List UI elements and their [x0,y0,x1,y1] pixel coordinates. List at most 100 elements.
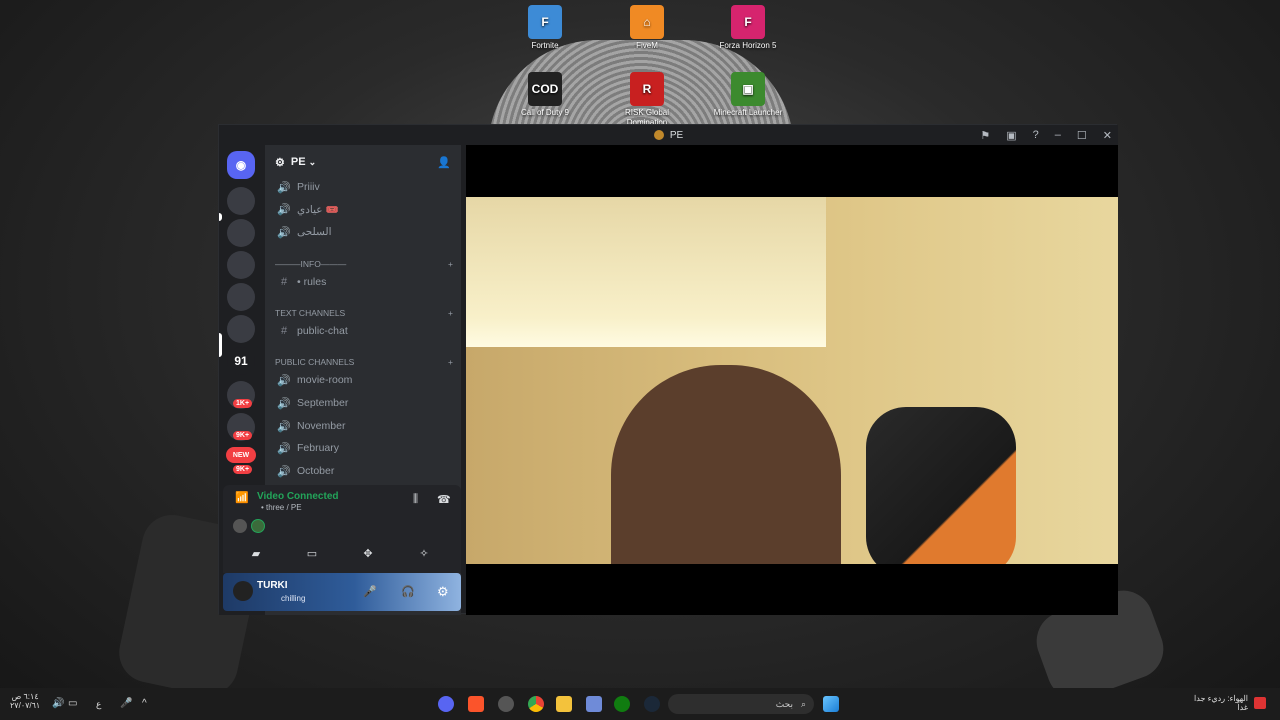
server-icon [653,130,664,140]
avatar[interactable] [233,581,253,601]
channel-voice[interactable]: 🔊 February [277,438,453,458]
steam-overlay-taskbar-icon[interactable] [498,696,514,712]
category-name: ———INFO——— [275,259,347,269]
taskbar-search[interactable]: بحث ⌕ [668,694,814,714]
category-text-channels[interactable]: TEXT CHANNELS + [275,308,453,318]
speaker-icon: 🔊 [277,397,291,410]
chrome-taskbar-icon[interactable] [528,696,544,712]
add-channel-icon[interactable]: + [448,308,453,318]
discord-home-icon[interactable]: ◉ [227,151,255,179]
steam-icon[interactable] [644,696,660,712]
air-quality-icon[interactable] [1254,697,1266,709]
xbox-icon[interactable] [614,696,630,712]
desktop-icon[interactable]: ▣ Minecraft Launcher [713,72,783,118]
help-icon[interactable]: ? [1033,129,1039,141]
file-explorer-icon[interactable] [556,696,572,712]
inbox-icon[interactable]: ▣ [1006,129,1016,142]
channel-text[interactable]: # • rules [277,272,453,292]
mic-tray-icon[interactable]: 🎤 [120,698,132,709]
search-icon: ⌕ [800,698,806,709]
channel-name: February [297,442,340,454]
weather-text: الهواء: رديء جدا [1194,694,1248,703]
category-public-channels[interactable]: PUBLIC CHANNELS + [275,357,453,367]
category-name: TEXT CHANNELS [275,308,346,318]
disconnect-icon[interactable]: ☎ [437,493,451,506]
desktop-icon[interactable]: F Forza Horizon 5 [713,5,783,51]
noise-suppression-icon[interactable]: ⫼ [413,493,418,506]
video-off-icon[interactable]: ▰ [247,547,265,561]
server-icon[interactable] [227,219,255,247]
microphone-icon[interactable]: 🎤 [363,585,377,598]
channel-voice[interactable]: 🔊 November [277,416,453,436]
channel-voice[interactable]: 🔊 Priiiv [277,177,453,197]
minimize-icon[interactable]: – [1055,129,1061,141]
headphones-icon[interactable]: 🎧 [401,585,415,598]
avatar [233,519,247,533]
channel-voice[interactable]: 🔊 September [277,393,453,413]
video-gaming-chair [866,407,1016,564]
flag-icon[interactable]: ⚑ [980,129,990,142]
video-person [611,365,841,564]
speaker-icon: 🔊 [277,203,291,216]
activities-icon[interactable]: ✥ [359,547,377,561]
channel-name: October [297,465,335,477]
add-friend-icon[interactable]: 👤 [437,156,451,169]
app-icon: F [731,5,765,39]
server-icon[interactable] [227,251,255,279]
speaker-icon: 🔊 [277,465,291,478]
voice-location[interactable]: • three / PE [261,503,302,512]
user-status: chilling [281,594,306,603]
server-header[interactable]: ⚙ PE ⌄ 👤 [265,145,461,179]
language-indicator[interactable]: ع [96,699,101,710]
channel-voice[interactable]: 🔊 October [277,461,453,481]
speaker-icon: 🔊 [277,374,291,387]
desktop-icon-label: Minecraft Launcher [713,108,783,117]
app-icon: R [630,72,664,106]
desktop-icon[interactable]: R RISK Global Domination [612,72,682,128]
maximize-icon[interactable]: ☐ [1077,129,1087,142]
start-windows-icon[interactable] [823,696,839,712]
screen-share-icon[interactable]: ▭ [303,547,321,561]
brave-taskbar-icon[interactable] [468,696,484,712]
add-channel-icon[interactable]: + [448,357,453,367]
unread-pill [219,213,222,221]
channel-voice[interactable]: 🔊 movie-room [277,370,453,390]
server-icon[interactable] [227,187,255,215]
add-channel-icon[interactable]: + [448,259,453,269]
clock-time: ٦:١٤ ص [11,692,39,701]
username[interactable]: TURKI [257,580,288,591]
desktop-icon[interactable]: COD Call of Duty 9 [510,72,580,118]
desktop-icon-label: Forza Horizon 5 [719,41,777,50]
signal-icon: 📶 [235,492,249,504]
channel-name: September [297,397,349,409]
desktop-icon[interactable]: F Fortnite [510,5,580,51]
user-panel: TURKI chilling 🎤 🎧 ⚙ [223,573,461,611]
network-icon[interactable]: ▭ [68,698,77,709]
server-icon[interactable]: NEW [226,447,256,463]
window-titlebar[interactable]: PE ⚑ ▣ ? – ☐ ✕ [219,125,1118,145]
speaker-icon: 🔊 [277,226,291,239]
server-icon[interactable]: 91 [227,347,255,375]
server-icon[interactable] [227,315,255,343]
category-info[interactable]: ———INFO——— + [275,259,453,269]
window-title: PE [669,129,684,141]
store-icon[interactable] [586,696,602,712]
desktop-icon-label: Call of Duty 9 [520,108,570,117]
channel-voice[interactable]: 🔊 عيادي 🎟️ [277,199,453,219]
channel-voice[interactable]: 🔊 السلحى [277,222,453,242]
soundboard-icon[interactable]: ✧ [415,547,433,561]
chevron-up-icon[interactable]: ^ [142,698,147,709]
selected-pill [219,333,222,357]
server-icon[interactable] [227,283,255,311]
volume-icon[interactable]: 🔊 [52,698,64,709]
settings-gear-icon[interactable]: ⚙ [437,584,449,600]
clock[interactable]: ٦:١٤ ص ٢٧/٠٧/٦١ [10,692,40,710]
video-feed[interactable] [466,197,1118,564]
desktop-icon[interactable]: ⌂ FiveM [612,5,682,51]
windows-taskbar: ٦:١٤ ص ٢٧/٠٧/٦١ 🔊 ▭ ع 🎤 ^ بحث ⌕ الهواء: … [0,688,1280,720]
channel-text[interactable]: # public-chat [277,321,453,341]
discord-taskbar-icon[interactable] [438,696,454,712]
close-icon[interactable]: ✕ [1103,129,1112,142]
video-ceiling-light [466,197,826,347]
weather-widget[interactable]: الهواء: رديء جدا غداً [1186,694,1248,712]
